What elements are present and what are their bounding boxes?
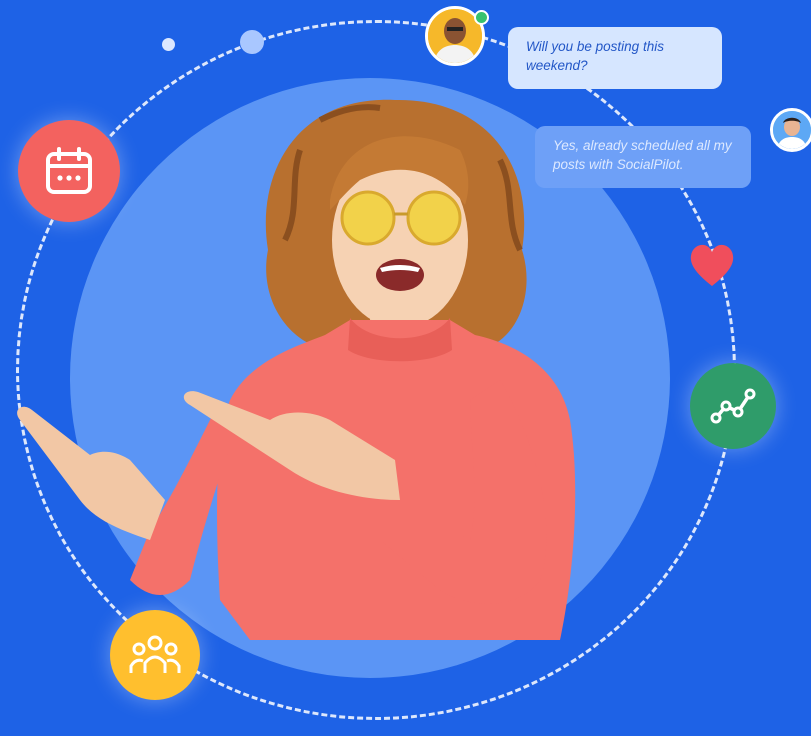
chat-bubble-reply: Yes, already scheduled all my posts with… xyxy=(535,126,751,188)
calendar-icon xyxy=(46,147,92,194)
chat-bubble-question: Will you be posting this weekend? xyxy=(508,27,722,89)
user-avatar xyxy=(770,108,811,152)
team-icon xyxy=(129,635,181,673)
heart-icon xyxy=(690,244,734,286)
calendar-badge xyxy=(18,120,120,222)
analytics-line-icon xyxy=(710,388,756,424)
analytics-badge xyxy=(690,363,776,449)
hero-illustration: Will you be posting this weekend? Yes, a… xyxy=(0,0,811,736)
team-badge xyxy=(110,610,200,700)
online-status-dot xyxy=(474,10,489,25)
